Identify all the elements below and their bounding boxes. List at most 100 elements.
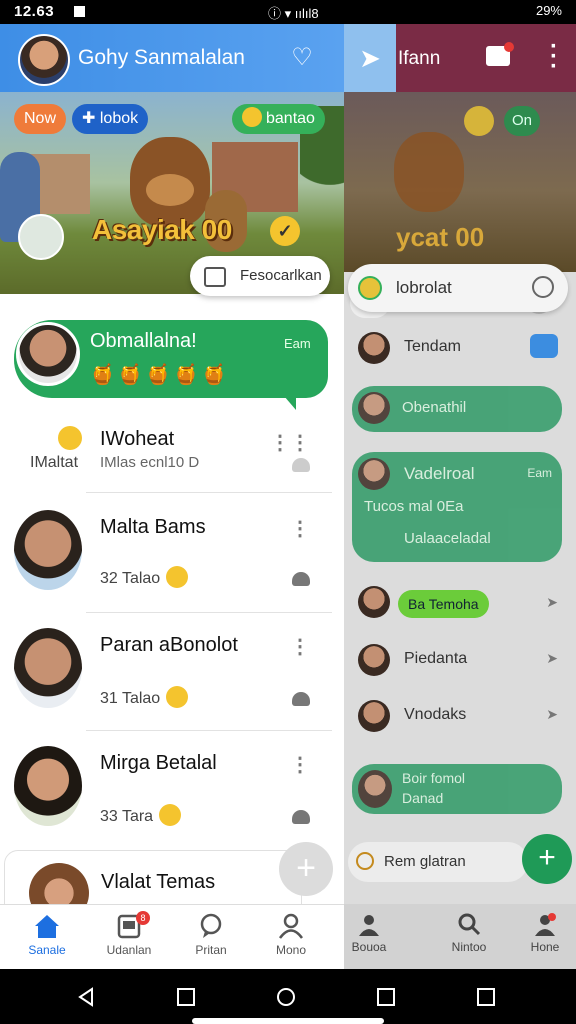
arrow-icon: ➤ (546, 650, 558, 666)
recents-icon[interactable] (376, 987, 396, 1007)
status-bar: 12.63 ⓘ ▾ ıılıl8 29% (0, 0, 576, 24)
back-icon[interactable] (76, 987, 96, 1007)
nav-search[interactable]: Nintoo (444, 912, 494, 954)
bear-face (146, 174, 194, 206)
avatar[interactable] (16, 322, 80, 386)
divider (86, 730, 332, 731)
compose-field[interactable]: Rem glatran (348, 842, 528, 882)
chat-icon (200, 913, 222, 938)
list-item[interactable]: Vnodaks ➤ (358, 700, 558, 740)
nav-home[interactable]: Sanale (12, 913, 82, 957)
person-icon (292, 572, 310, 586)
recents-icon[interactable] (176, 987, 196, 1007)
person-icon (292, 692, 310, 706)
chat-sub-left: IMaltat (30, 454, 79, 471)
home-circle-icon[interactable] (276, 987, 296, 1007)
lobak-chip-label: lobok (99, 110, 139, 127)
more-vertical-icon[interactable]: · · · (550, 35, 558, 79)
nav-profile[interactable]: Mono (256, 913, 326, 957)
avatar (358, 586, 390, 618)
person-icon (292, 810, 310, 824)
notification-icon (68, 3, 85, 20)
chat-row[interactable]: Malta Bams 32 Talao ⋮ (14, 510, 332, 600)
check-icon: ✓ (270, 216, 300, 246)
avatar[interactable] (14, 510, 82, 590)
secondary-banner[interactable]: On ycat 00 Sh (344, 92, 576, 318)
featured-chat-name: Obmallalna! (90, 330, 197, 352)
chat-name: Vlalat Temas (101, 871, 216, 893)
item-preview: Tucos mal 0Ea (364, 498, 464, 515)
arrow-icon: ➤ (546, 706, 558, 722)
new-chip[interactable]: Now (14, 104, 67, 134)
system-navigation-bar (0, 969, 576, 1024)
bantao-chip-label: bantao (266, 110, 315, 127)
send-icon[interactable]: ➤ (344, 24, 396, 92)
main-chat-panel: Gohy Sanmalalan ♡ Now ✚ lobok bantao Asa… (0, 24, 344, 969)
list-item[interactable]: Piedanta ➤ (358, 644, 558, 684)
mini-avatar[interactable] (18, 214, 64, 260)
favorite-heart-icon[interactable]: ♡ (288, 44, 316, 72)
list-item-highlight[interactable]: Vadelroal Eam Tucos mal 0Ea Ualaaceladal (352, 452, 562, 562)
nav-label: Sanale (28, 943, 66, 957)
on-chip[interactable]: On (504, 106, 541, 136)
search-label: lobrolat (396, 278, 452, 297)
nav-label: Mono (275, 943, 307, 957)
item-name: Vnodaks (404, 706, 467, 723)
list-item-highlight[interactable]: Obenathil (352, 386, 562, 432)
nav-chat[interactable]: Pritan (176, 913, 246, 957)
search-icon (458, 913, 481, 936)
chat-preview: IMlas ecnl10 D (100, 454, 200, 471)
chat-preview: 31 Talao (100, 686, 189, 708)
bantao-chip[interactable]: bantao (232, 104, 325, 134)
chat-row[interactable]: Mirga Betalal 33 Tara ⋮ (14, 746, 332, 836)
status-tag[interactable]: Ba Temoha (398, 590, 489, 618)
avatar (358, 700, 390, 732)
item-preview: Danad (402, 790, 444, 806)
clock-icon[interactable] (532, 276, 554, 298)
secondary-header: ➤ Ifann · · · (344, 24, 576, 92)
avatar (358, 332, 390, 364)
notification-badge: 8 (136, 911, 150, 925)
recents-icon[interactable] (476, 987, 496, 1007)
nav-people[interactable]: Bouoa (344, 912, 394, 954)
avatar[interactable] (14, 628, 82, 708)
profile-avatar[interactable] (18, 34, 70, 86)
avatar[interactable] (14, 746, 82, 826)
smiley-icon (166, 686, 189, 708)
nav-inbox[interactable]: 8 Udanlan (94, 911, 164, 957)
chat-name: IWoheat (100, 428, 175, 450)
bottom-navigation: Sanale 8 Udanlan Pritan Mono (0, 904, 344, 969)
list-item-highlight[interactable]: Boir fomol Danad (352, 764, 562, 814)
avatar (358, 644, 390, 676)
gesture-handle (192, 1018, 384, 1024)
item-name: Obenathil (402, 399, 467, 416)
item-name: Boir fomol (402, 770, 466, 786)
divider (86, 492, 332, 493)
loading-icon (356, 852, 374, 870)
profile-icon (535, 913, 556, 936)
chat-preview: 33 Tara (100, 804, 182, 826)
more-icon[interactable]: ⋮ (290, 634, 310, 659)
list-item[interactable]: Tendam (358, 330, 558, 370)
item-time: Eam (527, 466, 552, 480)
video-icon[interactable] (530, 334, 558, 358)
more-icon[interactable]: ⋮ (290, 752, 310, 777)
chat-name: Mirga Betalal (100, 752, 217, 774)
search-label: Fesocarlkan (240, 267, 322, 284)
add-button[interactable]: + (522, 834, 572, 884)
drag-handle-icon[interactable]: ⋮⋮ (270, 430, 310, 455)
nav-home[interactable]: Hone (520, 912, 570, 954)
smiley-icon (166, 566, 189, 588)
chat-row[interactable]: Paran aBonolot 31 Talao ⋮ (14, 628, 332, 718)
emoji-icon (358, 276, 382, 300)
profile-icon (278, 913, 304, 939)
secondary-search[interactable]: lobrolat (348, 264, 568, 312)
avatar (358, 392, 390, 424)
lobak-chip[interactable]: ✚ lobok (72, 104, 149, 134)
add-chat-button[interactable]: + (279, 842, 333, 896)
more-icon[interactable]: ⋮ (290, 516, 310, 541)
featured-chat-emojis: 🍯🍯🍯🍯🍯 (90, 364, 230, 386)
camera-icon[interactable] (486, 42, 514, 66)
item-preview: Ualaaceladal (404, 530, 491, 547)
search-button[interactable]: Fesocarlkan (190, 256, 330, 296)
